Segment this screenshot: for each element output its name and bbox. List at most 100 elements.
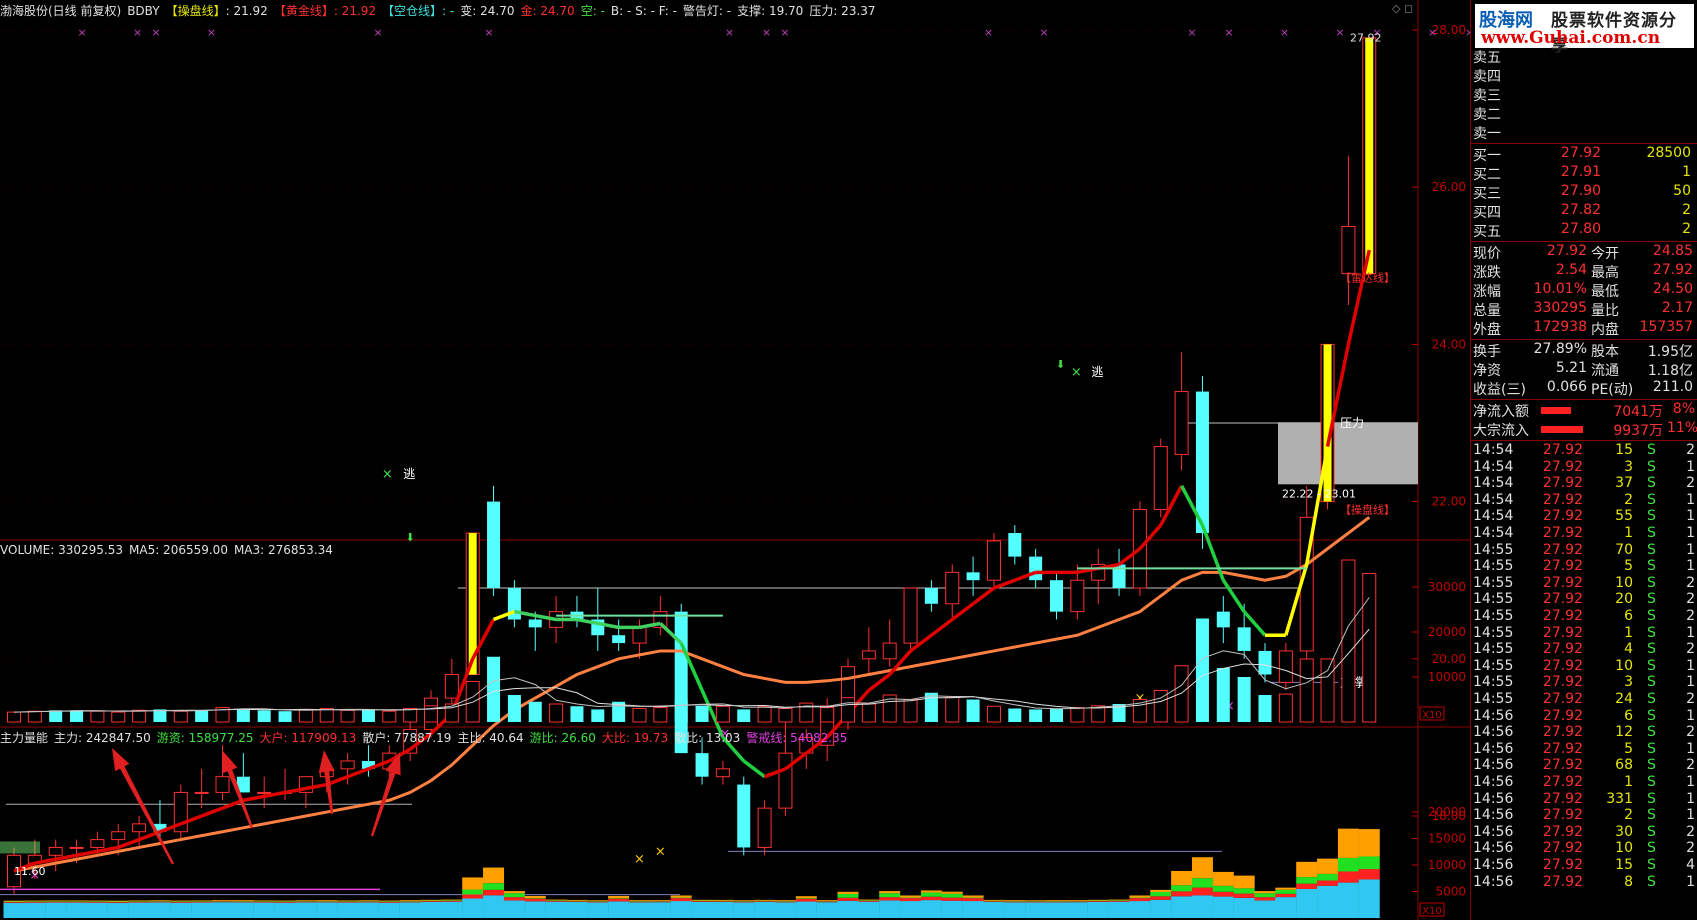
stat-label: 今开 bbox=[1591, 246, 1619, 262]
flow-large-bar bbox=[212, 901, 233, 903]
quote-row: 外盘 172938 内盘 157357 bbox=[1471, 319, 1697, 338]
volume-bar-up bbox=[7, 711, 21, 723]
volume-bar-down bbox=[1050, 708, 1063, 722]
candle-body-down bbox=[612, 635, 626, 644]
flow-retail-bar bbox=[1233, 897, 1255, 918]
chart-area[interactable]: 28.00 26.00 24.00 22.00 20.00 18.00 × × × × × × × × ×… bbox=[0, 0, 1470, 920]
flow-large-bar bbox=[983, 901, 1005, 902]
flow-main-bar bbox=[1337, 828, 1359, 858]
panel-controls[interactable]: ◇ ◻ bbox=[1392, 2, 1413, 15]
flow-main-bar bbox=[774, 900, 796, 901]
tick-time: 14:55 bbox=[1473, 657, 1514, 674]
flow-large-bar bbox=[253, 901, 275, 903]
tick-volume: 4 bbox=[1624, 641, 1633, 658]
ask-row: 卖三 bbox=[1471, 85, 1697, 104]
flow-main-bar bbox=[420, 899, 442, 901]
bid-volume: 50 bbox=[1673, 183, 1691, 199]
tick-price: 27.92 bbox=[1542, 491, 1583, 508]
flow-retail-bar bbox=[107, 902, 129, 918]
tick-time: 14:55 bbox=[1473, 541, 1514, 558]
candle-body-up bbox=[444, 674, 459, 699]
tick-price: 27.92 bbox=[1542, 641, 1583, 658]
flow-main-bar bbox=[670, 895, 692, 898]
down-arrow-icon: ⬇ bbox=[406, 531, 415, 544]
tick-row: 14:55 27.92 24 S 2 bbox=[1471, 691, 1697, 709]
tick-side: S bbox=[1647, 508, 1656, 525]
tick-count: 2 bbox=[1686, 823, 1695, 840]
flow-main-bar bbox=[1046, 900, 1067, 901]
top-signal-mark: × bbox=[1335, 26, 1344, 39]
volume-bar-up bbox=[173, 710, 188, 723]
sanhu-value: 散户: 77887.19 bbox=[362, 731, 452, 745]
main-chart-svg[interactable]: 28.0026.0024.0022.0020.0018.00 × × × × × × × × ×… bbox=[0, 0, 1470, 920]
quote-separator bbox=[1471, 241, 1697, 242]
flow-large-bar bbox=[191, 901, 213, 903]
flow-retail-bar bbox=[483, 895, 505, 918]
flow-retail-bar bbox=[1025, 902, 1047, 918]
tick-row: 14:56 27.92 2 S 1 bbox=[1471, 807, 1697, 825]
candle-body-up bbox=[69, 846, 84, 849]
volume-bar-down bbox=[737, 709, 751, 722]
flow-main-bar bbox=[920, 890, 942, 893]
volume-bar-down bbox=[195, 710, 209, 722]
tick-count: 1 bbox=[1686, 525, 1695, 541]
flow-large-bar bbox=[66, 901, 88, 903]
flow-hot-money-bar bbox=[399, 900, 421, 902]
stats-row: 净资 5.21 流通 1.18亿 bbox=[1471, 360, 1697, 379]
flow-retail-bar bbox=[1108, 901, 1130, 918]
volume-bar-up bbox=[841, 697, 855, 723]
volume-bar-up bbox=[1278, 693, 1293, 723]
stat-value: 24.50 bbox=[1652, 281, 1693, 297]
flow-main-bar bbox=[1066, 900, 1088, 901]
flow-retail-bar bbox=[1066, 902, 1088, 918]
volume-bar-down bbox=[257, 710, 271, 722]
flow-retail-bar bbox=[378, 902, 400, 918]
bid-row: 买三 27.90 50 bbox=[1471, 183, 1697, 202]
volume-bar-down bbox=[674, 699, 688, 722]
candle-body-up bbox=[1174, 391, 1189, 455]
flow-retail-bar bbox=[1171, 896, 1193, 918]
top-signal-mark: × bbox=[373, 26, 382, 39]
candle-body-up bbox=[986, 540, 1001, 581]
stat-value: 172938 bbox=[1533, 319, 1587, 335]
stat-label: 涨跌 bbox=[1473, 265, 1501, 281]
stat-value: 10.01% bbox=[1533, 281, 1587, 297]
flow-retail-bar bbox=[357, 902, 379, 918]
tick-volume: 5 bbox=[1624, 740, 1633, 757]
volume-bar-down bbox=[507, 695, 521, 722]
volume-bar-up bbox=[403, 708, 418, 723]
tick-time: 14:56 bbox=[1473, 807, 1514, 824]
tick-time: 14:55 bbox=[1473, 558, 1514, 575]
flow-large-bar bbox=[107, 902, 129, 903]
flow-main-bar bbox=[66, 900, 88, 902]
price-axis-label: 22.00 bbox=[1432, 495, 1466, 509]
quote-row: 涨幅 10.01% 最低 24.50 bbox=[1471, 281, 1697, 300]
tick-price: 27.92 bbox=[1542, 823, 1583, 840]
flow-main-bar bbox=[1296, 861, 1318, 878]
flow-hot-money-bar bbox=[774, 900, 796, 902]
flow-large-bar bbox=[462, 894, 484, 899]
flow-hot-money-bar bbox=[1358, 856, 1380, 870]
flow-large-bar bbox=[45, 901, 67, 903]
flow-retail-bar bbox=[983, 901, 1005, 918]
flow-main-bar bbox=[1025, 900, 1047, 902]
volume-bar-down bbox=[487, 656, 501, 722]
flow-large-bar bbox=[1191, 887, 1213, 896]
bid-price: 27.92 bbox=[1560, 145, 1601, 161]
tick-price: 27.92 bbox=[1542, 674, 1583, 691]
flow-main-bar bbox=[587, 900, 609, 902]
flow-main-bar bbox=[1317, 858, 1339, 874]
tick-row: 14:55 27.92 3 S 1 bbox=[1471, 674, 1697, 692]
candle-body-up bbox=[778, 752, 793, 809]
ask-row: 卖四 bbox=[1471, 66, 1697, 85]
tick-row: 14:54 27.92 2 S 1 bbox=[1471, 492, 1697, 510]
stat-label: 股本 bbox=[1591, 344, 1619, 360]
volume-bar-down bbox=[153, 709, 167, 722]
stats-separator bbox=[1471, 339, 1697, 340]
tick-volume: 6 bbox=[1624, 608, 1633, 624]
flow-main-bar bbox=[566, 899, 588, 901]
flow-hot-money-bar bbox=[1150, 891, 1172, 897]
caopan-label: 【操盘线】 bbox=[165, 4, 226, 18]
tick-price: 27.92 bbox=[1542, 774, 1583, 790]
tick-side: S bbox=[1647, 873, 1656, 890]
